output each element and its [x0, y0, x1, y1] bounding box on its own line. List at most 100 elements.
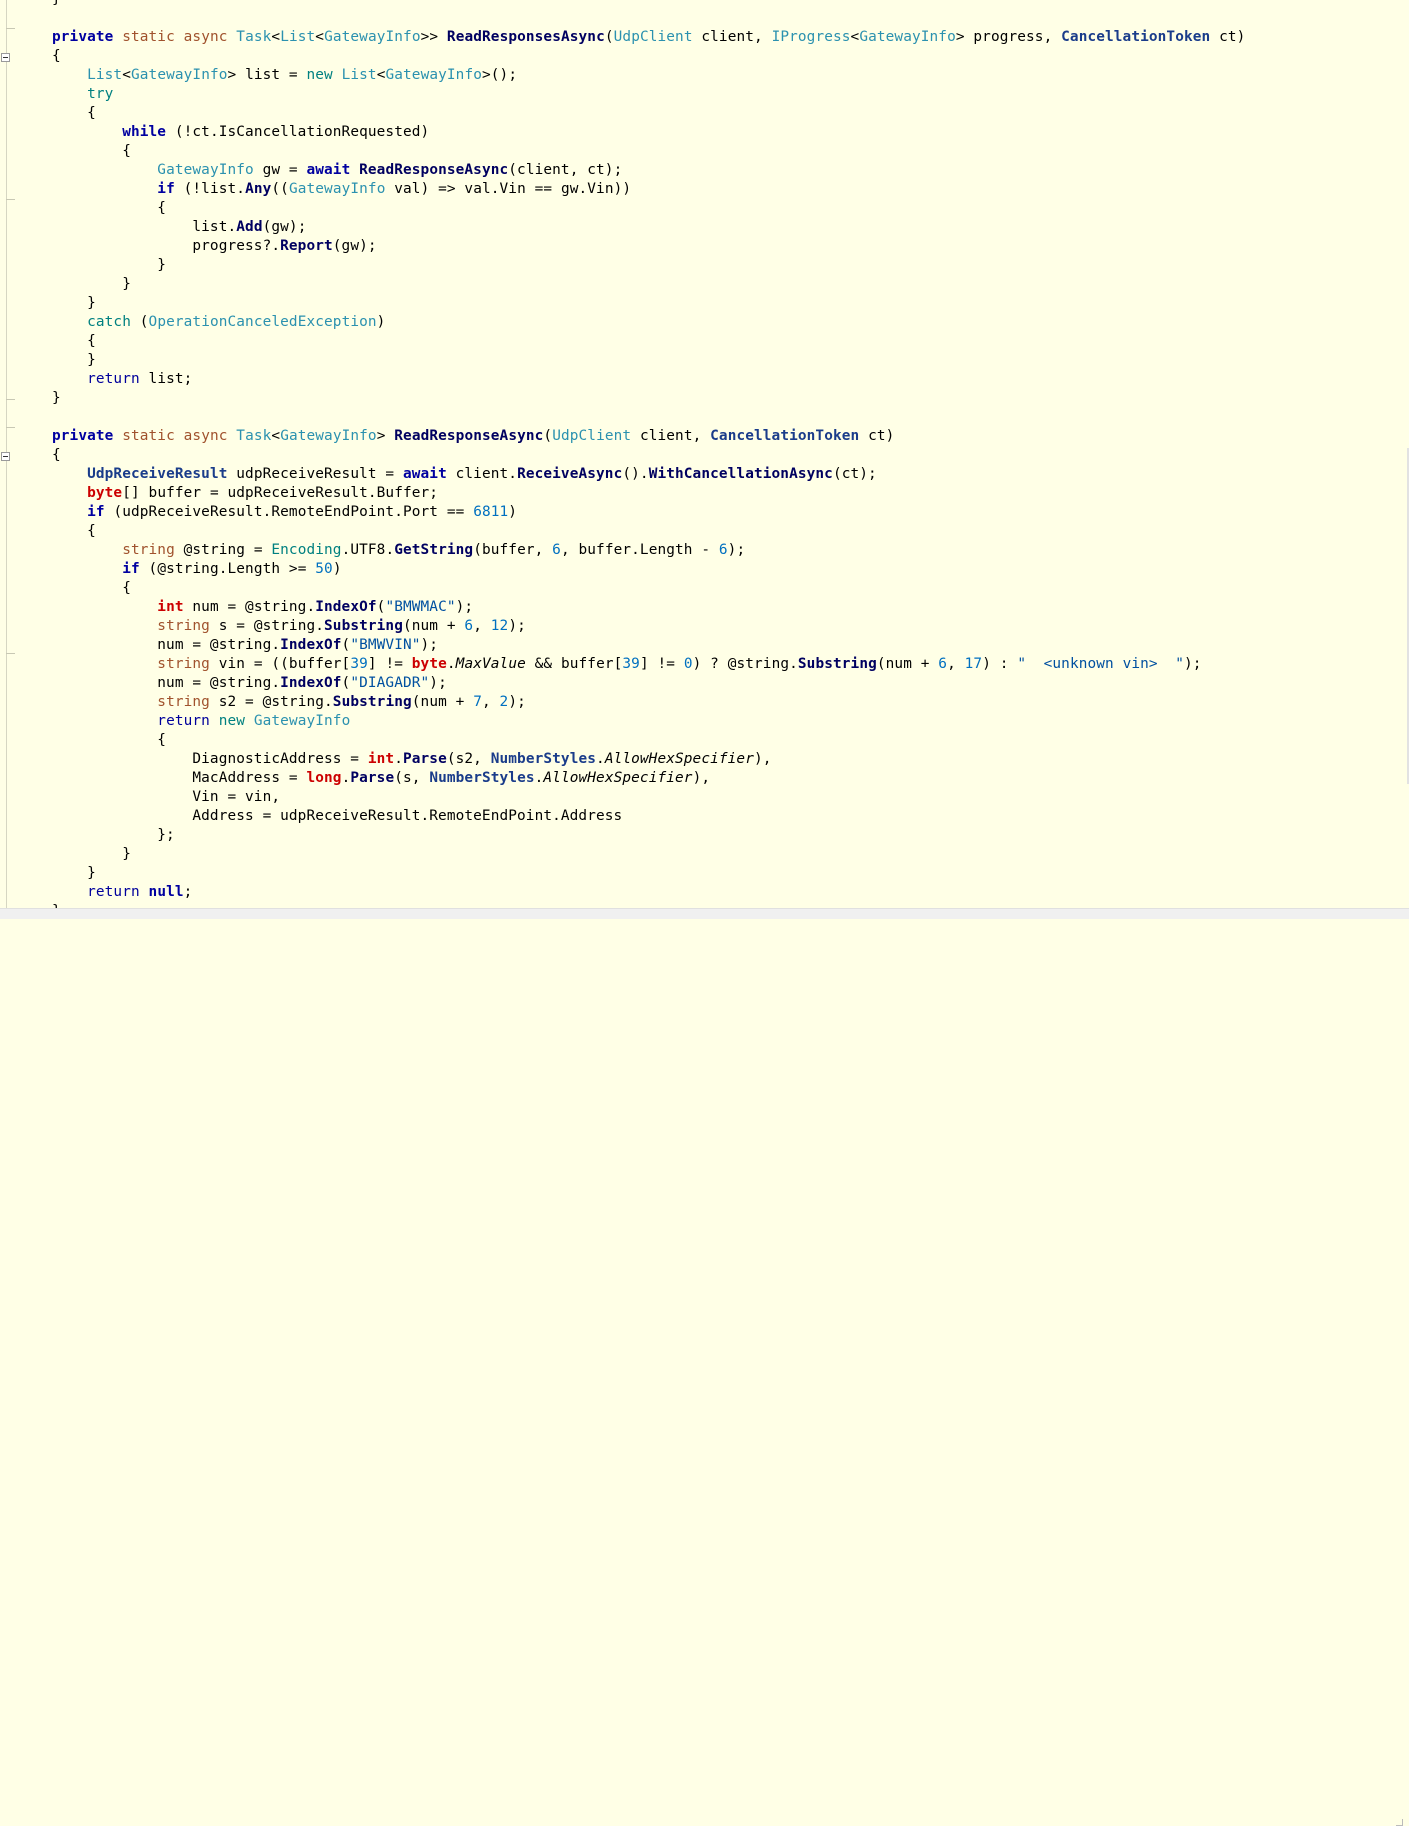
code-editor[interactable]: } private static async Task<List<Gateway… — [0, 0, 1409, 908]
code-line[interactable]: } — [52, 0, 1245, 9]
code-token: , — [481, 694, 500, 710]
code-line[interactable]: string @string = Encoding.UTF8.GetString… — [52, 541, 1245, 560]
code-token: 39 — [350, 656, 368, 672]
code-token: Substring — [797, 656, 877, 672]
code-token: { — [52, 523, 96, 539]
code-line[interactable]: DiagnosticAddress = int.Parse(s2, Number… — [52, 750, 1245, 769]
code-token: ct) — [859, 428, 895, 444]
fold-tick — [6, 199, 15, 200]
code-line[interactable]: Address = udpReceiveResult.RemoteEndPoin… — [52, 807, 1245, 826]
code-line[interactable]: } — [52, 294, 1245, 313]
code-line[interactable]: { — [52, 142, 1245, 161]
code-token: ); — [429, 675, 447, 691]
code-line[interactable]: string s2 = @string.Substring(num + 7, 2… — [52, 693, 1245, 712]
horizontal-scrollbar[interactable] — [0, 908, 1409, 1826]
code-line[interactable]: } — [52, 351, 1245, 370]
code-line[interactable]: List<GatewayInfo> list = new List<Gatewa… — [52, 66, 1245, 85]
code-token: ), — [692, 770, 711, 786]
code-line[interactable]: string vin = ((buffer[39] != byte.MaxVal… — [52, 655, 1245, 674]
code-line[interactable]: GatewayInfo gw = await ReadResponseAsync… — [52, 161, 1245, 180]
code-line[interactable]: if (@string.Length >= 50) — [52, 560, 1245, 579]
code-token: Add — [236, 219, 263, 235]
code-line[interactable]: { — [52, 199, 1245, 218]
code-token: .UTF8. — [341, 542, 395, 558]
code-line[interactable]: num = @string.IndexOf("DIAGADR"); — [52, 674, 1245, 693]
code-line[interactable]: { — [52, 579, 1245, 598]
code-token: CancellationToken — [710, 428, 860, 444]
code-token: Parse — [402, 751, 447, 767]
code-line[interactable]: { — [52, 446, 1245, 465]
code-token: catch — [87, 314, 131, 330]
code-line[interactable]: num = @string.IndexOf("BMWVIN"); — [52, 636, 1245, 655]
resize-grip-icon[interactable] — [1396, 1819, 1403, 1826]
code-token: ) : — [982, 656, 1018, 672]
code-line[interactable]: while (!ct.IsCancellationRequested) — [52, 123, 1245, 142]
code-line[interactable]: { — [52, 731, 1245, 750]
code-token: { — [52, 143, 131, 159]
code-line[interactable]: } — [52, 864, 1245, 883]
code-text-area[interactable]: } private static async Task<List<Gateway… — [52, 0, 1245, 908]
code-line[interactable]: private static async Task<List<GatewayIn… — [52, 28, 1245, 47]
code-token: MacAddress = — [52, 770, 307, 786]
code-line[interactable]: list.Add(gw); — [52, 218, 1245, 237]
code-line[interactable]: MacAddress = long.Parse(s, NumberStyles.… — [52, 769, 1245, 788]
collapse-toggle-icon[interactable] — [1, 452, 10, 461]
code-line[interactable]: try — [52, 85, 1245, 104]
code-line[interactable]: { — [52, 332, 1245, 351]
code-line[interactable]: { — [52, 522, 1245, 541]
code-line[interactable]: if (udpReceiveResult.RemoteEndPoint.Port… — [52, 503, 1245, 522]
code-token: GatewayInfo — [288, 181, 386, 197]
code-token: val) => val.Vin == gw.Vin)) — [385, 181, 632, 197]
code-line[interactable]: }; — [52, 826, 1245, 845]
code-line[interactable] — [52, 408, 1245, 427]
code-line[interactable]: { — [52, 104, 1245, 123]
code-token: Vin = vin, — [52, 789, 281, 805]
code-token: } — [52, 865, 96, 881]
code-line[interactable]: byte[] buffer = udpReceiveResult.Buffer; — [52, 484, 1245, 503]
code-token: client. — [446, 466, 518, 482]
code-line[interactable]: return list; — [52, 370, 1245, 389]
code-line[interactable]: string s = @string.Substring(num + 6, 12… — [52, 617, 1245, 636]
code-line[interactable] — [52, 9, 1245, 28]
code-line[interactable]: progress?.Report(gw); — [52, 237, 1245, 256]
code-token: GatewayInfo — [157, 162, 254, 178]
code-token: { — [52, 200, 167, 216]
code-token: async — [183, 29, 228, 45]
code-token: . — [446, 656, 456, 672]
code-line[interactable]: return new GatewayInfo — [52, 712, 1245, 731]
code-token: list. — [52, 219, 237, 235]
code-token: Address = udpReceiveResult.RemoteEndPoin… — [52, 808, 623, 824]
code-line[interactable]: if (!list.Any((GatewayInfo val) => val.V… — [52, 180, 1245, 199]
code-line[interactable]: return null; — [52, 883, 1245, 902]
code-line[interactable]: } — [52, 389, 1245, 408]
code-line[interactable]: } — [52, 845, 1245, 864]
code-line[interactable]: UdpReceiveResult udpReceiveResult = awai… — [52, 465, 1245, 484]
code-token: (!list. — [174, 181, 246, 197]
code-token: ), — [753, 751, 772, 767]
code-line[interactable]: private static async Task<GatewayInfo> R… — [52, 427, 1245, 446]
code-token: while — [122, 124, 167, 140]
code-token: } — [52, 257, 167, 273]
code-line[interactable]: } — [52, 256, 1245, 275]
code-token: } — [52, 352, 96, 368]
code-token: string — [157, 618, 210, 634]
code-token: vin = ((buffer[ — [209, 656, 351, 672]
code-token: (udpReceiveResult.RemoteEndPoint.Port == — [104, 504, 474, 520]
code-line[interactable]: } — [52, 275, 1245, 294]
code-line[interactable]: catch (OperationCanceledException) — [52, 313, 1245, 332]
code-line[interactable]: int num = @string.IndexOf("BMWMAC"); — [52, 598, 1245, 617]
collapse-toggle-icon[interactable] — [1, 53, 10, 62]
code-line[interactable]: { — [52, 47, 1245, 66]
code-token: Substring — [332, 694, 412, 710]
code-token: ); — [420, 637, 439, 653]
code-line[interactable]: Vin = vin, — [52, 788, 1245, 807]
code-token: string — [157, 656, 210, 672]
code-token: GatewayInfo — [131, 67, 228, 83]
